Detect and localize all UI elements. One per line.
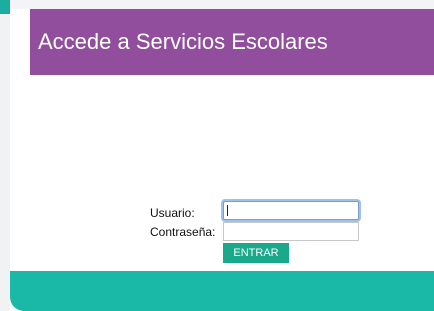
password-label: Contraseña:	[150, 225, 216, 239]
page-background	[0, 14, 10, 311]
login-card: Accede a Servicios Escolares Usuario: Co…	[10, 9, 434, 311]
enter-button[interactable]: ENTRAR	[223, 243, 289, 263]
username-label: Usuario:	[150, 206, 195, 220]
accent-strip	[0, 0, 10, 14]
text-caret	[227, 205, 228, 216]
page-background-top	[10, 0, 434, 9]
password-input[interactable]	[223, 222, 359, 241]
username-input[interactable]	[223, 201, 359, 220]
login-form: Usuario: Contraseña: ENTRAR	[10, 9, 434, 269]
card-footer	[10, 271, 434, 311]
